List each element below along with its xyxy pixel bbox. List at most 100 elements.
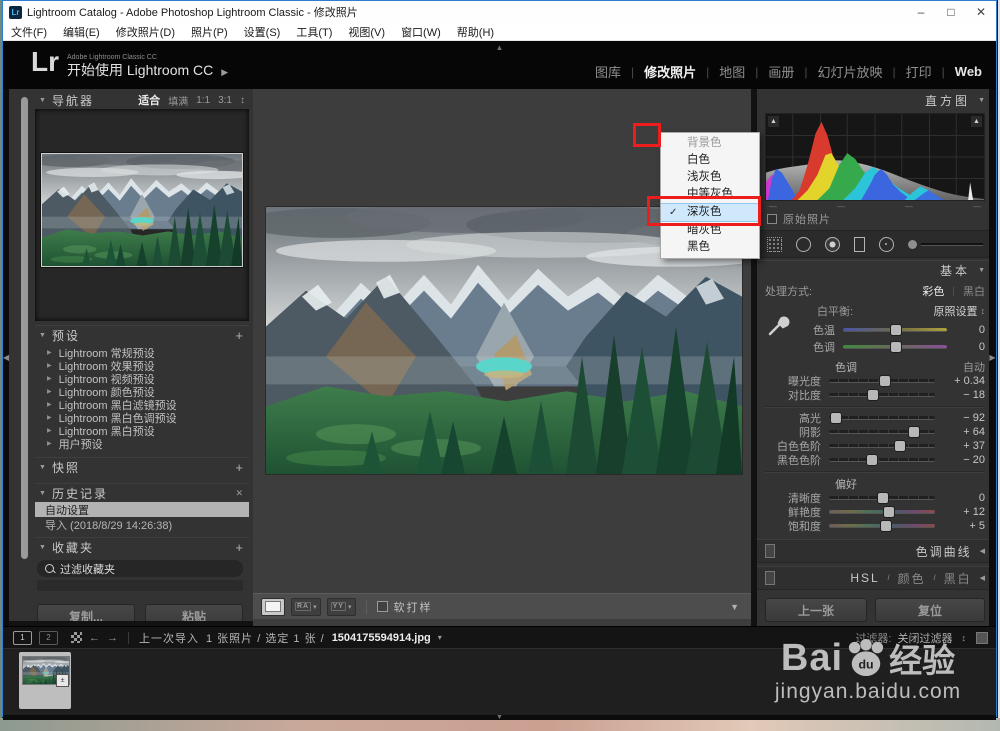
spot-removal-icon[interactable]: [796, 236, 811, 252]
disclosure-right-icon[interactable]: ▶: [47, 427, 52, 434]
history-item[interactable]: 导入 (2018/8/29 14:26:38): [35, 517, 249, 532]
module-library[interactable]: 图库: [595, 62, 621, 81]
collapsed-panel-icon[interactable]: ◀: [980, 547, 985, 555]
panel-switch-icon[interactable]: [765, 571, 775, 585]
treatment-color[interactable]: 彩色: [922, 283, 944, 299]
slider-thumb[interactable]: [893, 440, 906, 452]
disclosure-right-icon[interactable]: ▶: [47, 375, 52, 382]
close-button[interactable]: ✕: [966, 1, 996, 23]
treatment-bw[interactable]: 黑白: [963, 283, 985, 299]
collapse-top-icon[interactable]: ▲: [496, 43, 504, 52]
zoom-fit[interactable]: 适合: [138, 92, 160, 108]
navigator-thumbnail[interactable]: [41, 153, 243, 267]
disclosure-down-icon[interactable]: ▼: [39, 332, 46, 339]
radial-filter-icon[interactable]: [879, 236, 894, 252]
crop-tool-icon[interactable]: [767, 236, 782, 252]
zoom-1-1[interactable]: 1:1: [196, 95, 210, 106]
collections-filter[interactable]: 过滤收藏夹: [37, 560, 243, 577]
module-print[interactable]: 打印: [906, 62, 932, 81]
disclosure-right-icon[interactable]: ▶: [47, 440, 52, 447]
slider-thumb[interactable]: [890, 341, 902, 353]
filmstrip-thumbnail-selected[interactable]: ±: [19, 652, 71, 709]
collapse-bottom-icon[interactable]: ▼: [496, 714, 503, 721]
grid-view-icon[interactable]: [71, 632, 82, 643]
reset-button[interactable]: 复位: [875, 598, 985, 622]
monitor-1-button[interactable]: 1: [13, 630, 32, 645]
slider-thumb[interactable]: [883, 506, 896, 518]
whites-slider[interactable]: [829, 440, 935, 452]
blacks-slider[interactable]: [829, 454, 935, 466]
minimize-button[interactable]: –: [906, 1, 936, 23]
menu-develop[interactable]: 修改照片(D): [116, 24, 175, 40]
auto-button[interactable]: 自动: [963, 359, 985, 375]
survey-view-button[interactable]: YY ▾: [326, 597, 356, 616]
disclosure-right-icon[interactable]: ▶: [47, 388, 52, 395]
add-preset-icon[interactable]: +: [235, 328, 243, 343]
menu-file[interactable]: 文件(F): [11, 24, 47, 40]
exposure-slider[interactable]: [829, 375, 935, 387]
tint-slider[interactable]: [843, 341, 947, 353]
left-scrollbar[interactable]: [21, 97, 28, 559]
disclosure-right-icon[interactable]: ▶: [47, 414, 52, 421]
histogram[interactable]: ▲ ▲: [765, 113, 985, 201]
clarity-slider[interactable]: [829, 492, 935, 504]
histogram-header[interactable]: 直方图 ▼: [757, 91, 993, 109]
disclosure-right-icon[interactable]: ▶: [47, 362, 52, 369]
zoom-3-1[interactable]: 3:1: [218, 95, 232, 106]
soft-proof-checkbox[interactable]: [376, 601, 388, 612]
right-panel-collapse[interactable]: ▶: [989, 89, 996, 626]
menu-tools[interactable]: 工具(T): [296, 24, 332, 40]
disclosure-down-icon[interactable]: ▼: [978, 97, 985, 104]
zoom-fill[interactable]: 填满: [168, 93, 188, 108]
add-snapshot-icon[interactable]: +: [235, 460, 243, 475]
monitor-2-button[interactable]: 2: [39, 630, 58, 645]
menu-settings[interactable]: 设置(S): [244, 24, 281, 40]
source-label[interactable]: 上一次导入: [139, 630, 199, 646]
clear-history-icon[interactable]: ✕: [235, 488, 243, 499]
get-started-link[interactable]: 开始使用 Lightroom CC ▶: [67, 63, 228, 77]
module-web[interactable]: Web: [955, 64, 982, 79]
updown-icon[interactable]: ↕: [981, 306, 986, 316]
history-item-selected[interactable]: 自动设置: [35, 502, 249, 517]
disclosure-down-icon[interactable]: ▼: [39, 544, 46, 551]
module-slideshow[interactable]: 幻灯片放映: [818, 62, 883, 81]
highlights-slider[interactable]: [829, 412, 935, 424]
original-photo-row[interactable]: 原始照片: [757, 211, 993, 227]
disclosure-down-icon[interactable]: ▼: [39, 464, 46, 471]
tone-curve-panel[interactable]: 色调曲线 ◀: [757, 539, 993, 563]
temp-slider[interactable]: [843, 324, 947, 336]
selected-filename[interactable]: 1504175594914.jpg: [332, 632, 431, 644]
paste-button[interactable]: 粘贴: [145, 604, 243, 621]
shadows-slider[interactable]: [829, 426, 935, 438]
basic-header[interactable]: 基本 ▼: [757, 260, 993, 279]
disclosure-right-icon[interactable]: ▶: [47, 349, 52, 356]
saturation-slider[interactable]: [829, 520, 935, 532]
snapshots-header[interactable]: ▼ 快照 +: [35, 457, 249, 476]
menu-photo[interactable]: 照片(P): [191, 24, 228, 40]
slider-thumb[interactable]: [907, 426, 920, 438]
history-header[interactable]: ▼ 历史记录 ✕: [35, 483, 249, 502]
add-collection-icon[interactable]: +: [235, 540, 243, 555]
module-book[interactable]: 画册: [768, 62, 794, 81]
preset-item[interactable]: ▶ 用户预设: [35, 437, 249, 451]
slider-thumb[interactable]: [866, 454, 879, 466]
adjustment-brush[interactable]: [908, 239, 983, 249]
menu-item-white[interactable]: 白色: [661, 152, 759, 169]
wb-eyedropper[interactable]: [765, 303, 795, 353]
copy-button[interactable]: 复制...: [37, 604, 135, 621]
hsl-color-title[interactable]: 颜色: [898, 570, 926, 587]
collapsed-panel-icon[interactable]: ◀: [980, 574, 985, 582]
previous-photo-icon[interactable]: ←: [89, 632, 100, 644]
disclosure-down-icon[interactable]: ▼: [39, 490, 46, 497]
red-eye-icon[interactable]: [825, 236, 840, 252]
presets-header[interactable]: ▼ 预设 +: [35, 325, 249, 344]
caret-down-icon[interactable]: ▾: [438, 633, 442, 642]
original-photo-checkbox[interactable]: [767, 214, 777, 224]
collections-header[interactable]: ▼ 收藏夹 +: [35, 537, 249, 556]
hsl-panel[interactable]: HSL / 颜色 / 黑白 ◀: [757, 566, 993, 590]
next-photo-icon[interactable]: →: [107, 632, 118, 644]
disclosure-down-icon[interactable]: ▼: [39, 97, 46, 104]
slider-thumb[interactable]: [890, 324, 902, 336]
slider-thumb[interactable]: [879, 375, 892, 387]
slider-thumb[interactable]: [830, 412, 843, 424]
